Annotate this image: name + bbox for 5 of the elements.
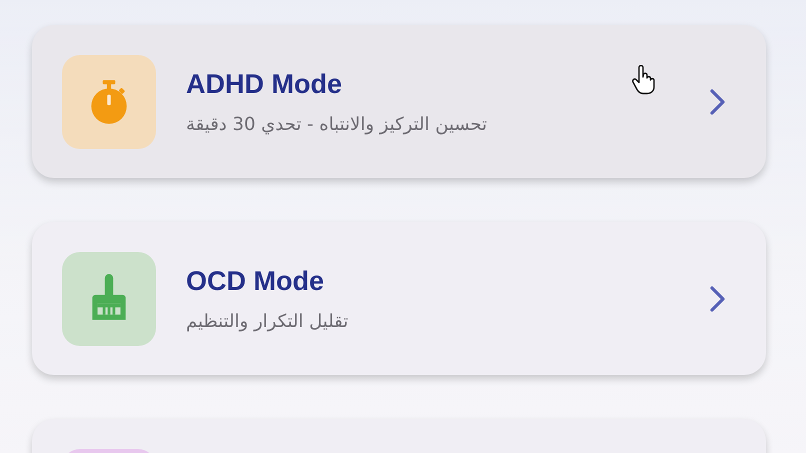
mode-description: تقليل التكرار والتنظيم [186, 310, 348, 332]
mode-description: تحسين التركيز والانتباه - تحدي 30 دقيقة [186, 114, 488, 134]
mode-title: OCD Mode [186, 266, 324, 296]
hand-cursor-icon [631, 65, 655, 95]
mode-title: ADHD Mode [186, 68, 342, 100]
